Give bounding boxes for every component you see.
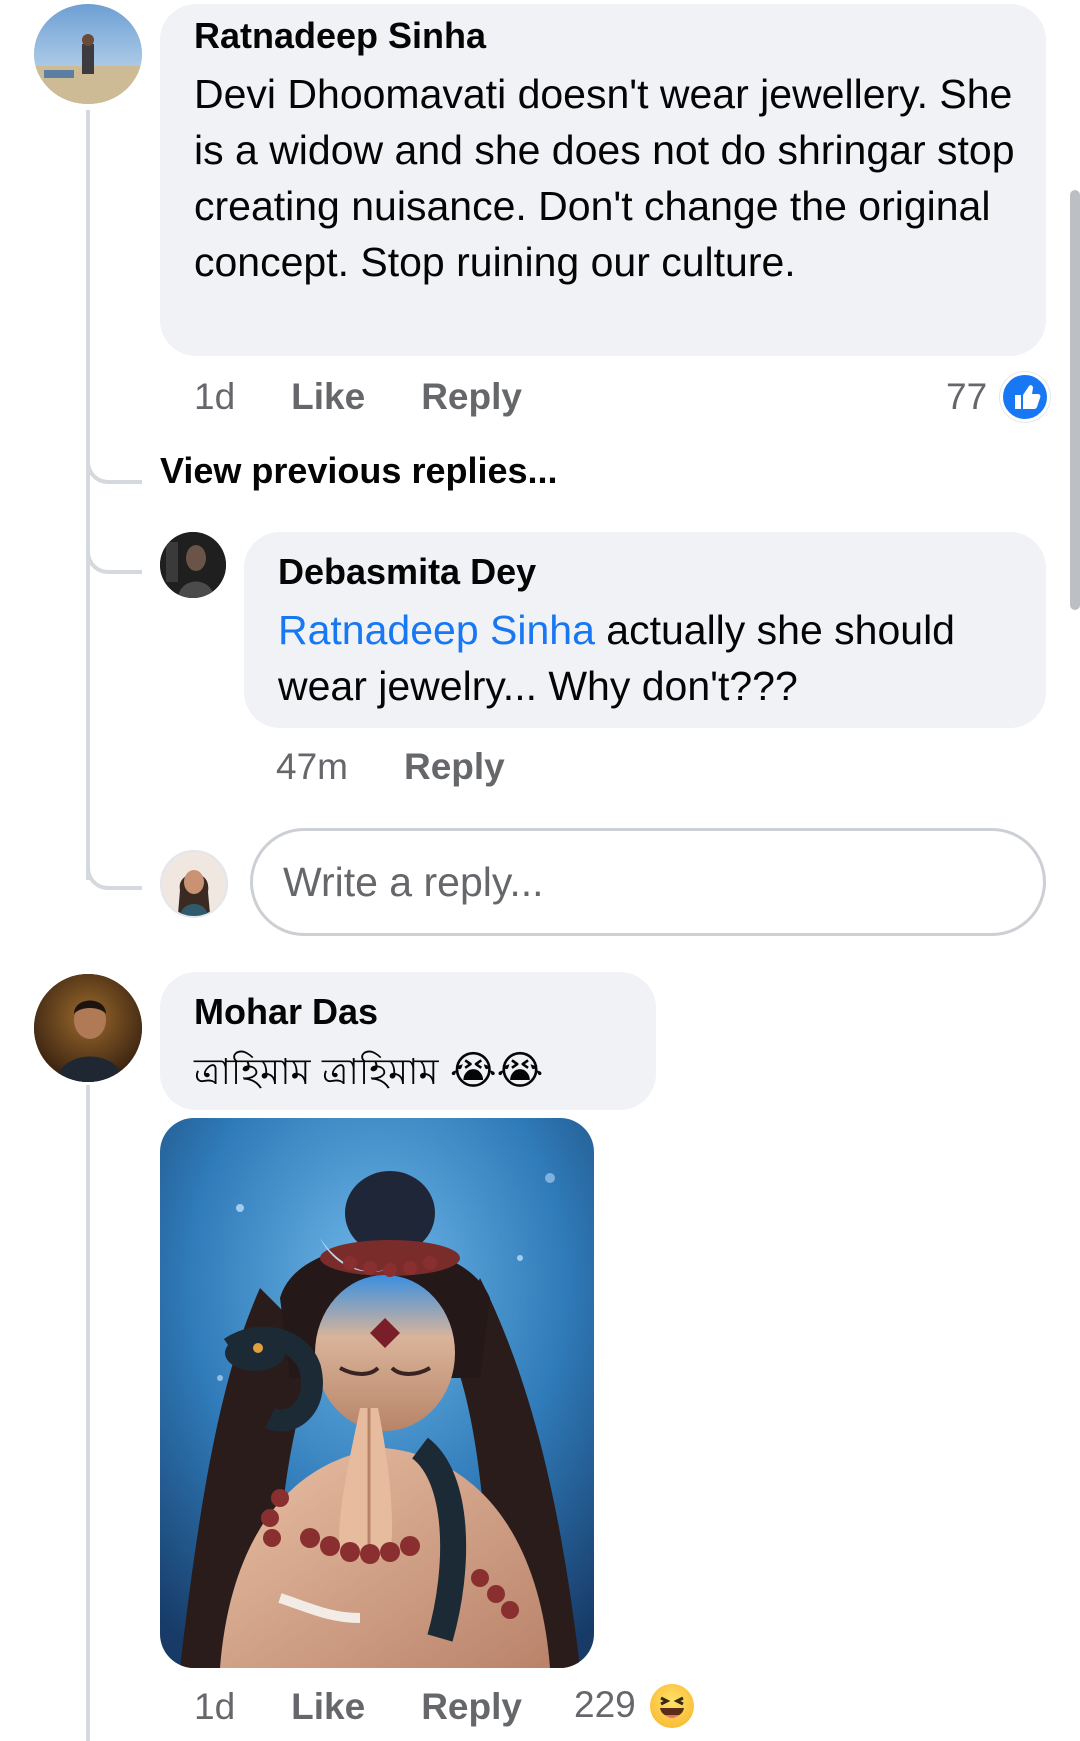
- reply-text: Ratnadeep Sinha actually she should wear…: [278, 602, 1018, 714]
- reply-author[interactable]: Debasmita Dey: [278, 552, 536, 592]
- scrollbar[interactable]: [1070, 190, 1080, 610]
- comment-time[interactable]: 1d: [194, 1686, 235, 1728]
- comment-text-body: ত্রাহিমাম ত্রাহিমাম: [194, 1052, 439, 1093]
- crying-emoji-icon: 😭😭: [449, 1048, 544, 1094]
- comment-bubble: Mohar Das ত্রাহিমাম ত্রাহিমাম 😭😭: [160, 972, 656, 1110]
- comment-actions: 1d Like Reply: [194, 376, 522, 418]
- comment-text: ত্রাহিমাম ত্রাহিমাম 😭😭: [194, 1042, 543, 1101]
- comment-author[interactable]: Mohar Das: [194, 992, 378, 1032]
- comment-bubble: Ratnadeep Sinha Devi Dhoomavati doesn't …: [160, 4, 1046, 356]
- reply-button[interactable]: Reply: [421, 1686, 522, 1728]
- comment-actions: 1d Like Reply: [194, 1686, 522, 1728]
- haha-icon: [650, 1684, 694, 1728]
- thread-line: [86, 110, 90, 880]
- reply-button[interactable]: Reply: [404, 746, 505, 788]
- reply-input-placeholder: Write a reply...: [283, 858, 544, 905]
- reply-bubble: Debasmita Dey Ratnadeep Sinha actually s…: [244, 532, 1046, 728]
- reply-time[interactable]: 47m: [276, 746, 348, 788]
- comment-author[interactable]: Ratnadeep Sinha: [194, 16, 486, 56]
- like-button[interactable]: Like: [291, 376, 365, 418]
- reaction-count[interactable]: 229: [574, 1684, 636, 1726]
- reply-button[interactable]: Reply: [421, 376, 522, 418]
- thread-line: [86, 1085, 90, 1741]
- avatar[interactable]: [34, 974, 142, 1082]
- current-user-avatar: [160, 850, 228, 918]
- reply-actions: 47m Reply: [276, 746, 505, 788]
- avatar[interactable]: [34, 4, 142, 104]
- like-button[interactable]: Like: [291, 1686, 365, 1728]
- thread-elbow: [86, 520, 142, 574]
- view-previous-replies-link[interactable]: View previous replies...: [160, 450, 558, 492]
- like-icon: [1000, 372, 1050, 422]
- comment-text: Devi Dhoomavati doesn't wear jewellery. …: [194, 71, 1015, 285]
- comment-image[interactable]: [160, 1118, 594, 1668]
- thread-elbow: [86, 840, 142, 890]
- avatar[interactable]: [160, 532, 226, 598]
- comment-time[interactable]: 1d: [194, 376, 235, 418]
- mention-link[interactable]: Ratnadeep Sinha: [278, 607, 595, 653]
- reaction-count[interactable]: 77: [946, 376, 987, 418]
- reply-input[interactable]: Write a reply...: [250, 828, 1046, 936]
- thread-elbow: [86, 430, 142, 484]
